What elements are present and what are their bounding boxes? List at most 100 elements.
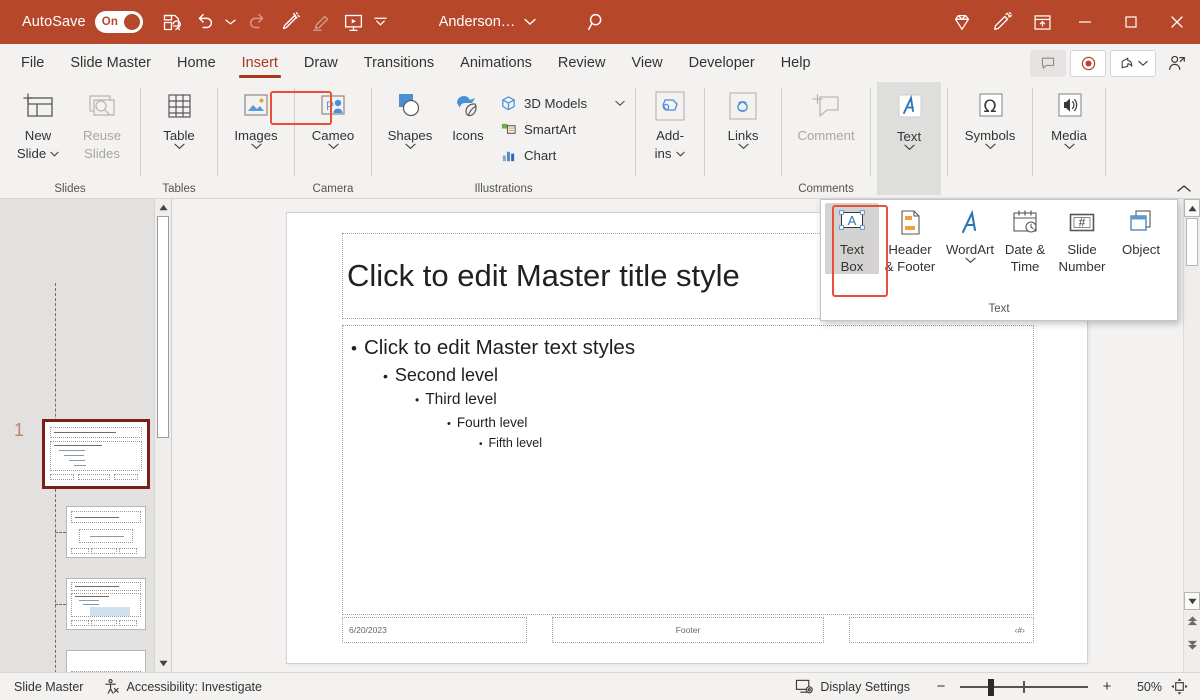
date-placeholder[interactable]: 6/20/2023: [342, 617, 527, 643]
header-footer-label-line1: Header: [888, 242, 931, 257]
links-chevron-down-icon[interactable]: [738, 143, 749, 150]
chart-button[interactable]: Chart: [494, 143, 629, 167]
wordart-button[interactable]: WordArt: [941, 203, 999, 264]
body-placeholder[interactable]: • Click to edit Master text styles • Sec…: [342, 325, 1034, 615]
thumbnail-pane-scrollbar[interactable]: [154, 199, 171, 672]
body-level-2: • Second level: [383, 365, 1033, 386]
footer-placeholder[interactable]: Footer: [552, 617, 824, 643]
tab-draw[interactable]: Draw: [291, 44, 351, 82]
media-chevron-down-icon[interactable]: [1064, 143, 1075, 150]
editor-scroll-down-button[interactable]: [1184, 592, 1200, 610]
body-level-3-text: Third level: [425, 391, 497, 409]
new-slide-button[interactable]: New Slide: [6, 85, 70, 161]
tab-slide-master[interactable]: Slide Master: [57, 44, 164, 82]
symbols-chevron-down-icon[interactable]: [985, 143, 996, 150]
reuse-slides-label-line2: Slides: [84, 146, 120, 161]
start-from-beginning-icon[interactable]: [339, 7, 369, 37]
view-name-label[interactable]: Slide Master: [0, 675, 93, 699]
text-button-chevron-down-icon[interactable]: [904, 144, 915, 151]
zoom-percent-label[interactable]: 50%: [1128, 680, 1162, 694]
add-ins-button[interactable]: Add- ins: [642, 85, 698, 161]
text-dropdown-panel[interactable]: A Text Box: [820, 199, 1178, 321]
thumbnail-scroll-down-button[interactable]: [155, 655, 171, 672]
slide-master-thumbnail[interactable]: [42, 419, 150, 489]
icons-button[interactable]: Icons: [442, 85, 494, 143]
document-name-button[interactable]: Anderson…: [439, 14, 537, 30]
zoom-slider[interactable]: − +: [922, 673, 1126, 700]
tab-animations[interactable]: Animations: [447, 44, 545, 82]
object-button[interactable]: Object: [1113, 203, 1169, 257]
editor-vertical-scrollbar[interactable]: [1183, 199, 1200, 672]
images-chevron-down-icon[interactable]: [251, 143, 262, 150]
previous-slide-double-arrow-icon[interactable]: [1184, 610, 1200, 632]
editor-scroll-up-button[interactable]: [1184, 199, 1200, 217]
svg-text:P: P: [326, 99, 334, 113]
links-button[interactable]: Links: [711, 85, 775, 150]
text-button[interactable]: Text: [877, 82, 941, 195]
tab-developer[interactable]: Developer: [676, 44, 768, 82]
thumbnail-scroll-up-button[interactable]: [155, 199, 171, 216]
zoom-slider-track[interactable]: [960, 673, 1088, 700]
accessibility-status-button[interactable]: Accessibility: Investigate: [93, 675, 271, 699]
undo-dropdown-chevron-icon[interactable]: [221, 7, 241, 37]
editor-scrollbar-thumb[interactable]: [1186, 218, 1198, 266]
header-footer-label-line2: & Footer: [885, 259, 936, 274]
diamond-icon[interactable]: [942, 0, 982, 44]
pen-highlighter-icon[interactable]: [982, 0, 1022, 44]
layout-thumbnail-section-header[interactable]: [66, 650, 146, 672]
autosave-toggle[interactable]: On: [95, 11, 143, 33]
undo-icon[interactable]: [189, 7, 219, 37]
tab-view[interactable]: View: [618, 44, 675, 82]
fit-slide-to-window-button[interactable]: [1164, 675, 1194, 699]
ink-pen-icon[interactable]: [275, 7, 305, 37]
tab-file[interactable]: File: [8, 44, 57, 82]
tab-transitions[interactable]: Transitions: [351, 44, 447, 82]
cameo-chevron-down-icon[interactable]: [328, 143, 339, 150]
tab-insert[interactable]: Insert: [229, 44, 291, 82]
date-time-button[interactable]: Date & Time: [999, 203, 1051, 274]
collapse-ribbon-chevron-icon[interactable]: [1174, 179, 1194, 197]
customize-quick-access-toolbar-chevron-icon[interactable]: [371, 7, 391, 37]
table-button[interactable]: Table: [147, 85, 211, 150]
cameo-button[interactable]: P Cameo: [301, 85, 365, 150]
link-icon: [724, 89, 762, 125]
slide-number-button[interactable]: # Slide Number: [1051, 203, 1113, 274]
smartart-button[interactable]: SmartArt: [494, 117, 629, 141]
minimize-button[interactable]: [1062, 0, 1108, 44]
tab-help[interactable]: Help: [768, 44, 824, 82]
zoom-slider-handle[interactable]: [988, 679, 994, 696]
header-footer-button[interactable]: Header & Footer: [879, 203, 941, 274]
3d-models-button[interactable]: 3D Models: [494, 91, 629, 115]
ribbon-display-options-icon[interactable]: [1022, 0, 1062, 44]
text-box-button[interactable]: A Text Box: [825, 203, 879, 274]
search-input[interactable]: [586, 11, 608, 33]
record-button[interactable]: [1070, 50, 1106, 77]
tab-home[interactable]: Home: [164, 44, 229, 82]
wordart-chevron-down-icon[interactable]: [965, 257, 976, 264]
zoom-in-button[interactable]: +: [1096, 675, 1118, 699]
slide-number-placeholder[interactable]: ‹#›: [849, 617, 1034, 643]
body-level-4: • Fourth level: [447, 415, 1033, 430]
shapes-chevron-down-icon[interactable]: [405, 143, 416, 150]
close-button[interactable]: [1154, 0, 1200, 44]
display-settings-button[interactable]: Display Settings: [785, 675, 920, 699]
find-people-button[interactable]: [1160, 48, 1194, 78]
tab-review[interactable]: Review: [545, 44, 619, 82]
images-button[interactable]: Images: [224, 85, 288, 150]
view-name-text: Slide Master: [14, 680, 83, 694]
shapes-button[interactable]: Shapes: [378, 85, 442, 150]
reuse-slides-button: Reuse Slides: [70, 85, 134, 161]
zoom-out-button[interactable]: −: [930, 675, 952, 699]
share-button[interactable]: [1110, 50, 1156, 77]
maximize-button[interactable]: [1108, 0, 1154, 44]
next-slide-double-arrow-icon[interactable]: [1184, 634, 1200, 656]
layout-thumbnail-title-content[interactable]: [66, 578, 146, 630]
thumbnail-scrollbar-thumb[interactable]: [157, 216, 169, 438]
media-button[interactable]: Media: [1039, 85, 1099, 150]
table-chevron-down-icon[interactable]: [174, 143, 185, 150]
layout-thumbnail-title-slide[interactable]: [66, 506, 146, 558]
symbols-button[interactable]: Ω Symbols: [954, 85, 1026, 150]
comments-button[interactable]: [1030, 50, 1066, 77]
slide-master-thumbnail-pane[interactable]: 1: [0, 199, 172, 672]
save-icon[interactable]: [157, 7, 187, 37]
